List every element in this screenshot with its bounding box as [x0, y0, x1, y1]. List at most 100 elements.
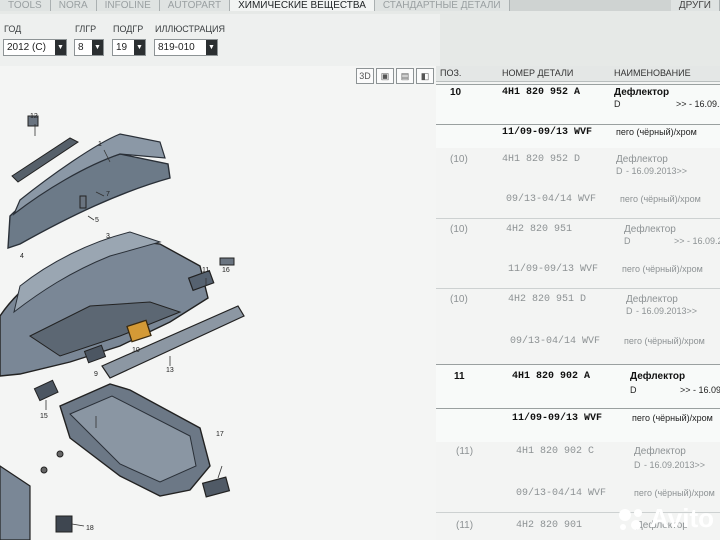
row-side: D [634, 460, 641, 470]
year-value: 2012 (C) [7, 42, 46, 53]
row-side: D [630, 385, 637, 395]
callout-13[interactable]: 13 [166, 367, 174, 374]
table-row[interactable]: 11/09-09/13 WVF пего (чёрный)/хром [436, 408, 720, 442]
tab-infoline[interactable]: INFOLINE [96, 0, 160, 11]
row-date: - 16.09.2013>> [644, 460, 706, 470]
row-desc: пего (чёрный)/хром [622, 264, 703, 274]
illustration-select[interactable]: 819-010 ▼ [154, 39, 218, 56]
row-note: 11/09-09/13 WVF [508, 264, 599, 275]
row-part-number: 4H1 820 952 D [502, 154, 581, 165]
illustration-label: ИЛЛЮСТРАЦИЯ [155, 24, 226, 34]
row-name: Дефлектор [624, 224, 676, 235]
row-desc: пего (чёрный)/хром [624, 336, 705, 346]
callout-18[interactable]: 18 [86, 525, 94, 532]
header-name: НАИМЕНОВАНИЕ [614, 68, 691, 78]
tab-standard-parts[interactable]: СТАНДАРТНЫЕ ДЕТАЛИ [374, 0, 510, 11]
callout-9[interactable]: 9 [94, 371, 98, 378]
header-pos: ПОЗ. [440, 68, 462, 78]
table-row[interactable]: (10) 4H1 820 952 D Дефлектор D - 16.09.2… [436, 152, 720, 188]
row-note: 09/13-04/14 WVF [510, 336, 601, 347]
illustration-value: 819-010 [158, 42, 195, 53]
parts-table-header: ПОЗ. НОМЕР ДЕТАЛИ НАИМЕНОВАНИЕ [436, 66, 720, 82]
row-part-number: 4H1 820 902 A [512, 371, 591, 382]
table-row[interactable]: 10 4H1 820 952 A Дефлектор D >> - 16.09.… [436, 84, 720, 124]
table-row[interactable]: 11/09-09/13 WVF пего (чёрный)/хром [436, 124, 720, 148]
row-date: >> - 16.09.2013 [680, 385, 720, 395]
table-row[interactable]: 11/09-09/13 WVF пего (чёрный)/хром [436, 262, 720, 286]
filter-bar: ГОД 2012 (C) ▼ ГЛГР 8 ▼ ПОДГР 19 ▼ ИЛЛЮС… [0, 14, 440, 66]
subgroup-value: 19 [116, 42, 128, 53]
row-side: D [626, 306, 633, 316]
row-part-number: 4H2 820 901 [516, 520, 583, 531]
main-group-select[interactable]: 8 ▼ [74, 39, 104, 56]
row-part-number: 4H1 820 902 C [516, 446, 595, 457]
row-pos: (11) [456, 446, 474, 457]
module-tabs: TOOLS NORA INFOLINE AUTOPART ХИМИЧЕСКИЕ … [0, 0, 720, 11]
callout-11[interactable]: 11 [202, 267, 209, 274]
row-desc: пего (чёрный)/хром [620, 194, 701, 204]
row-side: D [616, 166, 623, 176]
avito-watermark: Avito [616, 503, 714, 534]
callout-3[interactable]: 3 [106, 233, 110, 240]
main-group-value: 8 [78, 42, 84, 53]
tab-other[interactable]: ДРУГИ [670, 0, 720, 11]
row-pos: (10) [450, 224, 468, 235]
callout-1[interactable]: 1 [98, 141, 102, 148]
row-note: 11/09-09/13 WVF [512, 413, 603, 424]
row-note: 09/13-04/14 WVF [506, 194, 597, 205]
header-part-number: НОМЕР ДЕТАЛИ [502, 68, 574, 78]
row-date: >> - 16.09.2013 [676, 99, 720, 109]
row-note: 11/09-09/13 WVF [502, 127, 593, 138]
callout-10[interactable]: 10 [132, 347, 140, 354]
parts-illustration[interactable]: 12 1 7 5 3 4 11 16 10 13 9 15 17 18 [0, 66, 436, 540]
row-divider [436, 218, 720, 219]
table-row[interactable]: 09/13-04/14 WVF пего (чёрный)/хром [436, 334, 720, 358]
callout-4[interactable]: 4 [20, 253, 24, 260]
row-pos: (11) [456, 520, 474, 531]
tab-chemicals[interactable]: ХИМИЧЕСКИЕ ВЕЩЕСТВА [230, 0, 375, 11]
callout-15[interactable]: 15 [40, 413, 48, 420]
callout-5[interactable]: 5 [95, 217, 99, 224]
chevron-down-icon: ▼ [92, 40, 103, 55]
row-pos: 10 [450, 87, 462, 98]
row-desc: пего (чёрный)/хром [634, 488, 715, 498]
callout-7[interactable]: 7 [106, 191, 110, 198]
avito-logo-icon [618, 508, 642, 530]
callout-12[interactable]: 12 [30, 113, 38, 120]
subgroup-select[interactable]: 19 ▼ [112, 39, 146, 56]
subgroup-label: ПОДГР [113, 24, 144, 34]
row-name: Дефлектор [634, 446, 686, 457]
row-pos: 11 [454, 371, 465, 382]
row-part-number: 4H1 820 952 A [502, 87, 581, 98]
parts-diagram-area: 3D ▣ ▤ ◧ 12 1 7 5 3 4 11 16 10 13 9 15 1… [0, 66, 436, 540]
row-name: Дефлектор [626, 294, 678, 305]
callout-17[interactable]: 17 [216, 431, 224, 438]
row-part-number: 4H2 820 951 [506, 224, 573, 235]
chevron-down-icon: ▼ [55, 40, 66, 55]
callout-16[interactable]: 16 [222, 267, 230, 274]
row-desc: пего (чёрный)/хром [616, 127, 697, 137]
table-row[interactable]: (10) 4H2 820 951 Дефлектор D >> - 16.09.… [436, 222, 720, 258]
row-note: 09/13-04/14 WVF [516, 488, 607, 499]
tab-nora[interactable]: NORA [50, 0, 97, 11]
tab-autopart[interactable]: AUTOPART [159, 0, 231, 11]
table-row[interactable]: (10) 4H2 820 951 D Дефлектор D - 16.09.2… [436, 292, 720, 328]
parts-list-panel: ПОЗ. НОМЕР ДЕТАЛИ НАИМЕНОВАНИЕ 10 4H1 82… [436, 66, 720, 540]
row-side: D [624, 236, 631, 246]
row-pos: (10) [450, 154, 468, 165]
row-date: - 16.09.2013>> [626, 166, 688, 176]
row-name: Дефлектор [630, 371, 686, 382]
year-label: ГОД [4, 24, 22, 34]
row-part-number: 4H2 820 951 D [508, 294, 587, 305]
row-pos: (10) [450, 294, 468, 305]
chevron-down-icon: ▼ [134, 40, 145, 55]
avito-text: Avito [649, 503, 714, 533]
table-row[interactable]: 11 4H1 820 902 A Дефлектор D >> - 16.09.… [436, 364, 720, 408]
table-row[interactable]: 09/13-04/14 WVF пего (чёрный)/хром [436, 190, 720, 216]
row-name: Дефлектор [616, 154, 668, 165]
table-row[interactable]: (11) 4H1 820 902 C Дефлектор D - 16.09.2… [436, 444, 720, 482]
tab-tools[interactable]: TOOLS [0, 0, 51, 11]
row-side: D [614, 99, 621, 109]
year-select[interactable]: 2012 (C) ▼ [3, 39, 67, 56]
chevron-down-icon: ▼ [206, 40, 217, 55]
